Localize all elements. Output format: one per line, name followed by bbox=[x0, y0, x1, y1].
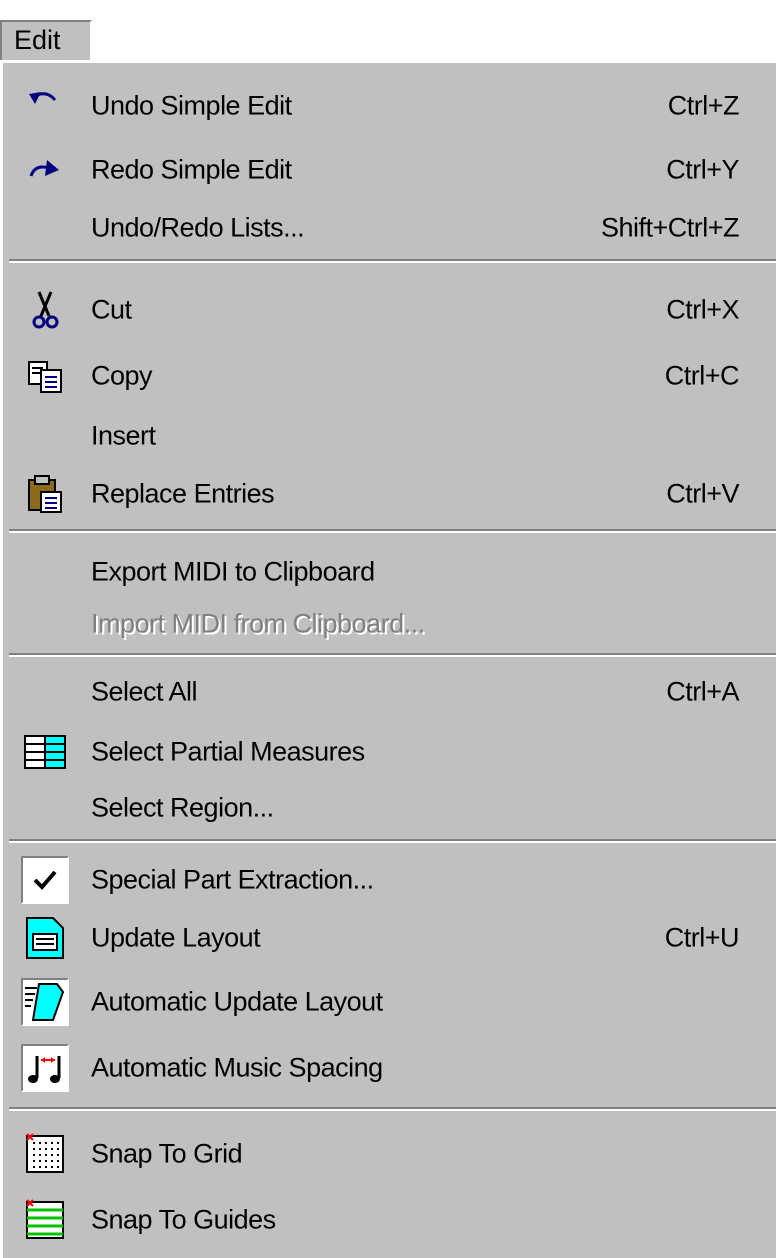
menu-separator bbox=[9, 259, 776, 263]
menu-item-label: Select Region... bbox=[91, 792, 274, 823]
menu-item-update-layout[interactable]: Update Layout Ctrl+U bbox=[3, 909, 776, 967]
clipboard-paste-icon bbox=[21, 470, 69, 518]
copy-pages-icon bbox=[21, 352, 69, 400]
menu-item-label: Import MIDI from Clipboard... bbox=[91, 608, 425, 639]
menu-item-automatic-music-spacing[interactable]: Automatic Music Spacing bbox=[3, 1039, 776, 1097]
menu-item-cut[interactable]: Cut Ctrl+X bbox=[3, 281, 776, 339]
menu-item-shortcut: Ctrl+Y bbox=[666, 154, 739, 185]
menu-item-undo-redo-lists[interactable]: Undo/Redo Lists... Shift+Ctrl+Z bbox=[3, 199, 776, 257]
menu-item-copy[interactable]: Copy Ctrl+C bbox=[3, 347, 776, 405]
menu-item-import-midi: Import MIDI from Clipboard... bbox=[3, 595, 776, 653]
menu-item-shortcut: Ctrl+C bbox=[664, 360, 740, 391]
edit-dropdown-menu: Undo Simple Edit Ctrl+Z Redo Simple Edit… bbox=[0, 60, 776, 1258]
scissors-icon bbox=[21, 286, 69, 334]
menu-item-label: Select All bbox=[91, 676, 198, 707]
menu-item-select-region[interactable]: Select Region... bbox=[3, 779, 776, 837]
menu-item-insert[interactable]: Insert bbox=[3, 407, 776, 465]
menu-item-snap-to-grid[interactable]: Snap To Grid bbox=[3, 1125, 776, 1183]
menu-item-label: Undo/Redo Lists... bbox=[91, 212, 305, 243]
menu-item-label: Undo Simple Edit bbox=[91, 90, 292, 121]
menu-item-label: Cut bbox=[91, 294, 132, 325]
redo-arrow-icon bbox=[21, 146, 69, 194]
menu-item-label: Select Partial Measures bbox=[91, 736, 365, 767]
menu-item-snap-to-guides[interactable]: Snap To Guides bbox=[3, 1191, 776, 1249]
checkmark-icon bbox=[21, 856, 69, 904]
menu-separator bbox=[9, 839, 776, 843]
menu-item-select-partial-measures[interactable]: Select Partial Measures bbox=[3, 723, 776, 781]
update-layout-icon bbox=[21, 914, 69, 962]
menu-item-special-part-extraction[interactable]: Special Part Extraction... bbox=[3, 851, 776, 909]
menu-item-shortcut: Ctrl+Z bbox=[667, 90, 740, 121]
menu-item-label: Export MIDI to Clipboard bbox=[91, 556, 375, 587]
menu-item-label: Copy bbox=[91, 360, 153, 391]
menu-item-shortcut: Ctrl+A bbox=[666, 676, 739, 707]
menu-separator bbox=[9, 1107, 776, 1111]
menu-item-shortcut: Ctrl+V bbox=[666, 478, 739, 509]
grid-icon bbox=[21, 1130, 69, 1178]
auto-update-layout-icon bbox=[21, 978, 69, 1026]
guides-icon bbox=[21, 1196, 69, 1244]
menu-item-label: Snap To Grid bbox=[91, 1138, 243, 1169]
undo-arrow-icon bbox=[21, 82, 69, 130]
menu-item-label: Automatic Music Spacing bbox=[91, 1052, 383, 1083]
menu-item-label: Automatic Update Layout bbox=[91, 986, 383, 1017]
menu-item-redo[interactable]: Redo Simple Edit Ctrl+Y bbox=[3, 141, 776, 199]
menu-separator bbox=[9, 529, 776, 533]
menu-item-shortcut: Ctrl+U bbox=[664, 922, 740, 953]
menu-separator bbox=[9, 653, 776, 657]
menu-item-replace-entries[interactable]: Replace Entries Ctrl+V bbox=[3, 465, 776, 523]
menu-bar: Edit bbox=[0, 0, 776, 64]
menu-item-select-all[interactable]: Select All Ctrl+A bbox=[3, 663, 776, 721]
menu-item-label: Insert bbox=[91, 420, 156, 451]
menu-item-label: Redo Simple Edit bbox=[91, 154, 292, 185]
menu-item-label: Special Part Extraction... bbox=[91, 864, 374, 895]
menu-item-shortcut: Ctrl+X bbox=[666, 294, 739, 325]
menu-item-label: Update Layout bbox=[91, 922, 261, 953]
menu-item-shortcut: Shift+Ctrl+Z bbox=[600, 212, 740, 243]
menu-item-label: Snap To Guides bbox=[91, 1204, 276, 1235]
edit-menu-title[interactable]: Edit bbox=[0, 20, 92, 60]
partial-measures-icon bbox=[21, 728, 69, 776]
menu-item-undo[interactable]: Undo Simple Edit Ctrl+Z bbox=[3, 77, 776, 135]
music-spacing-icon bbox=[21, 1044, 69, 1092]
menu-item-export-midi[interactable]: Export MIDI to Clipboard bbox=[3, 543, 776, 601]
menu-item-automatic-update-layout[interactable]: Automatic Update Layout bbox=[3, 973, 776, 1031]
menu-item-label: Replace Entries bbox=[91, 478, 275, 509]
